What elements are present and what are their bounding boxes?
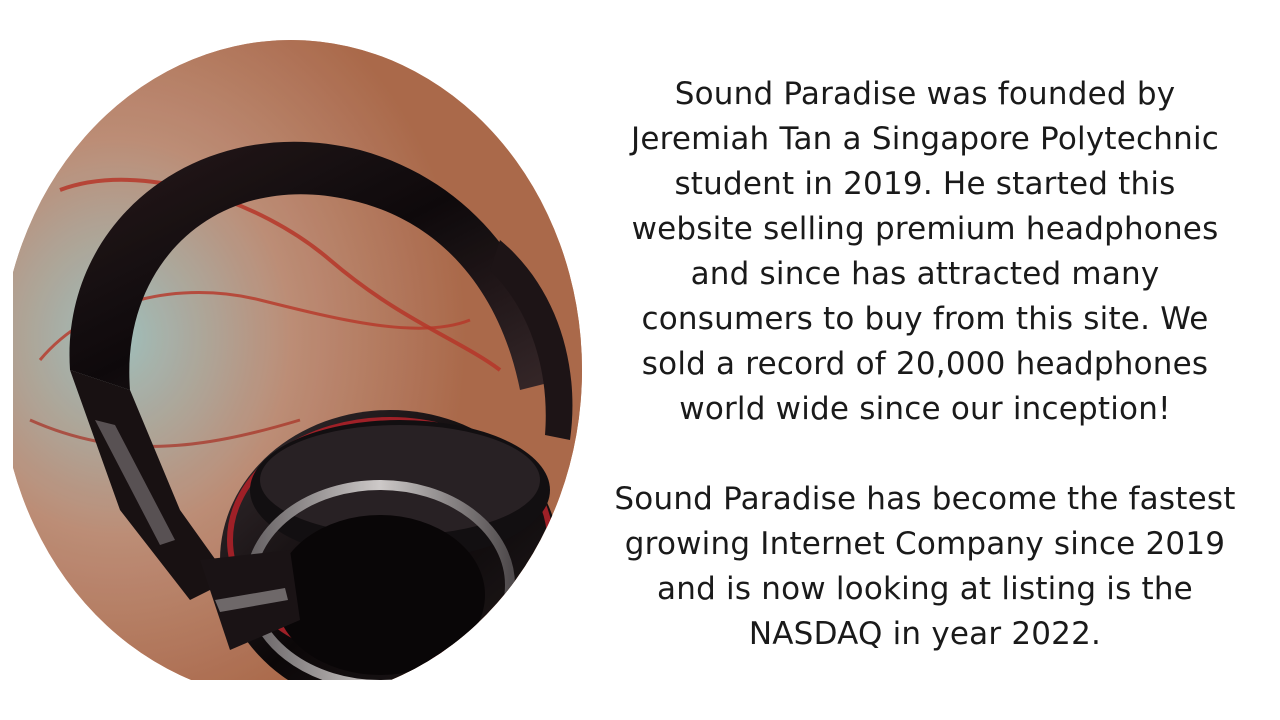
about-text: Sound Paradise was founded by Jeremiah T…: [600, 72, 1250, 657]
headphones-illustration-icon: [13, 40, 582, 680]
headphones-photo: [13, 40, 582, 680]
photo-frame: [13, 0, 613, 680]
about-paragraph-1: Sound Paradise was founded by Jeremiah T…: [631, 76, 1219, 427]
about-paragraph-2: Sound Paradise has become the fastest gr…: [614, 481, 1236, 652]
slide: Sound Paradise was founded by Jeremiah T…: [0, 0, 1280, 720]
